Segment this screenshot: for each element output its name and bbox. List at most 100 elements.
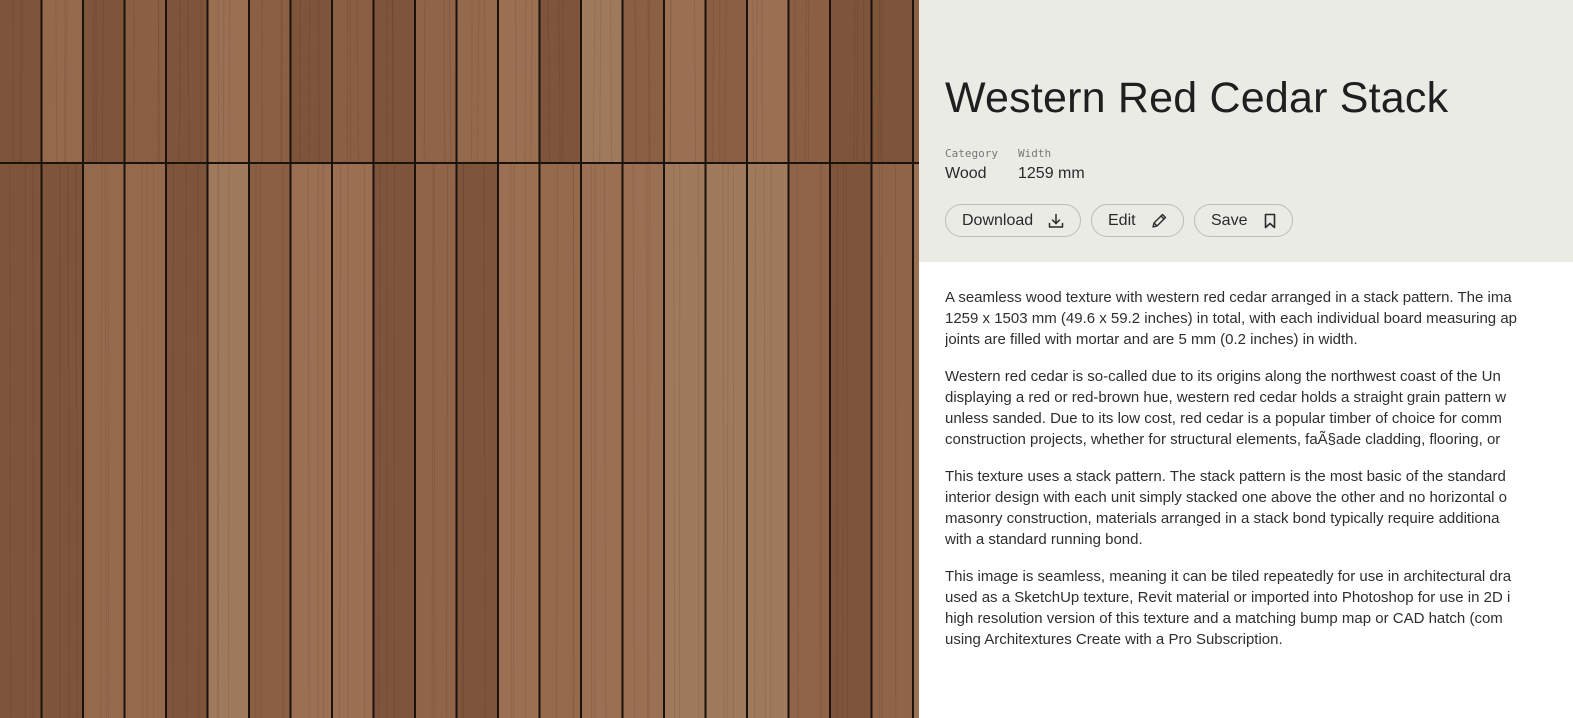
wood-board — [0, 164, 42, 718]
download-label: Download — [962, 211, 1034, 229]
mortar-joint-vertical — [538, 0, 541, 718]
description-line: interior design with each unit simply st… — [945, 489, 1508, 506]
wood-grain-line — [197, 163, 200, 718]
wood-board — [498, 164, 540, 718]
mortar-joint-vertical — [829, 0, 831, 718]
mortar-joint-vertical — [580, 0, 582, 718]
mortar-joint-vertical — [414, 0, 416, 718]
wood-board — [581, 0, 623, 162]
wood-board — [871, 0, 913, 162]
description-line: using Architextures Create with a Pro Su… — [945, 631, 1283, 648]
description: A seamless wood texture with western red… — [945, 287, 1573, 666]
wood-grain-line — [648, 163, 650, 718]
mortar-joint-vertical — [82, 0, 84, 718]
wood-grain-line — [95, 0, 97, 163]
wood-board — [373, 0, 415, 162]
wood-grain-line — [349, 0, 352, 163]
description-paragraph: A seamless wood texture with western red… — [945, 287, 1573, 350]
wood-board — [705, 164, 747, 718]
mortar-joint-horizontal — [0, 162, 919, 164]
width-value: 1259 mm — [1018, 165, 1085, 182]
wood-grain-line — [648, 0, 651, 163]
description-line: Western red cedar is so-called due to it… — [945, 368, 1501, 385]
download-icon — [1047, 212, 1065, 230]
wood-board — [664, 164, 706, 718]
mortar-joint-vertical — [372, 0, 375, 718]
mortar-joint-vertical — [621, 0, 624, 718]
description-line: A seamless wood texture with western red… — [945, 289, 1512, 306]
description-paragraph: This image is seamless, meaning it can b… — [945, 566, 1573, 650]
mortar-joint-vertical — [704, 0, 707, 718]
wood-grain-line — [32, 163, 34, 718]
description-paragraph: This texture uses a stack pattern. The s… — [945, 466, 1573, 550]
mortar-joint-vertical — [497, 0, 499, 718]
edit-button[interactable]: Edit — [1091, 204, 1184, 237]
description-paragraph: Western red cedar is so-called due to it… — [945, 366, 1573, 450]
wood-grain-line — [862, 0, 865, 163]
save-button[interactable]: Save — [1194, 204, 1293, 237]
wood-board — [207, 0, 249, 162]
description-line: 1259 x 1503 mm (49.6 x 59.2 inches) in t… — [945, 310, 1517, 327]
wood-board — [830, 0, 872, 162]
wood-grain-line — [228, 0, 231, 163]
wood-board — [124, 164, 166, 718]
bookmark-icon — [1261, 212, 1279, 230]
wood-board — [747, 164, 789, 718]
wood-grain-line — [317, 163, 319, 718]
page-title: Western Red Cedar Stack — [945, 74, 1449, 122]
pencil-icon — [1150, 212, 1168, 230]
wood-grain-line — [590, 163, 593, 718]
wood-grain-line — [881, 0, 884, 163]
mortar-joint-vertical — [663, 0, 665, 718]
wood-board — [498, 0, 540, 162]
info-panel: Western Red Cedar Stack Category Wood Wi… — [919, 0, 1573, 262]
mortar-joint-vertical — [746, 0, 748, 718]
wood-grain-line — [515, 0, 517, 163]
wood-grain-line — [524, 0, 527, 163]
wood-board — [622, 164, 664, 718]
save-label: Save — [1211, 211, 1248, 229]
description-line: This image is seamless, meaning it can b… — [945, 568, 1512, 585]
wood-board — [83, 0, 125, 162]
description-line: This texture uses a stack pattern. The s… — [945, 468, 1506, 485]
width-label: Width — [1018, 147, 1052, 160]
wood-grain-line — [393, 163, 396, 718]
wood-grain-line — [228, 163, 230, 718]
mortar-joint-vertical — [165, 0, 167, 718]
wood-board — [871, 164, 913, 718]
mortar-joint-vertical — [912, 0, 914, 718]
width-meta: Width 1259 mm — [1018, 147, 1085, 185]
action-bar: Download Edit Save — [945, 204, 1293, 237]
mortar-joint-vertical — [40, 0, 43, 718]
mortar-joint-vertical — [289, 0, 292, 718]
wood-board — [788, 164, 830, 718]
download-button[interactable]: Download — [945, 204, 1081, 237]
description-line: masonry construction, materials arranged… — [945, 510, 1500, 527]
wood-grain-line — [423, 0, 426, 163]
mortar-joint-vertical — [331, 0, 333, 718]
wood-board — [83, 164, 125, 718]
wood-board — [830, 164, 872, 718]
mortar-joint-vertical — [123, 0, 126, 718]
description-line: unless sanded. Due to its low cost, red … — [945, 410, 1502, 427]
wood-board — [332, 0, 374, 162]
wood-board — [332, 164, 374, 718]
wood-board — [539, 164, 581, 718]
description-line: joints are filled with mortar and are 5 … — [945, 331, 1358, 348]
wood-grain-line — [187, 0, 190, 163]
mortar-joint-vertical — [787, 0, 790, 718]
description-line: construction projects, whether for struc… — [945, 431, 1501, 448]
wood-board — [41, 0, 83, 162]
mortar-joint-vertical — [455, 0, 458, 718]
category-meta: Category Wood — [945, 147, 998, 185]
category-label: Category — [945, 147, 998, 160]
wood-board — [249, 0, 291, 162]
mortar-joint-vertical — [248, 0, 250, 718]
description-line: high resolution version of this texture … — [945, 610, 1503, 627]
mortar-joint-vertical — [206, 0, 209, 718]
wood-grain-line — [673, 163, 676, 718]
description-line: used as a SketchUp texture, Revit materi… — [945, 589, 1511, 606]
wood-board — [415, 164, 457, 718]
description-line: with a standard running bond. — [945, 531, 1143, 548]
wood-grain-line — [853, 0, 856, 163]
